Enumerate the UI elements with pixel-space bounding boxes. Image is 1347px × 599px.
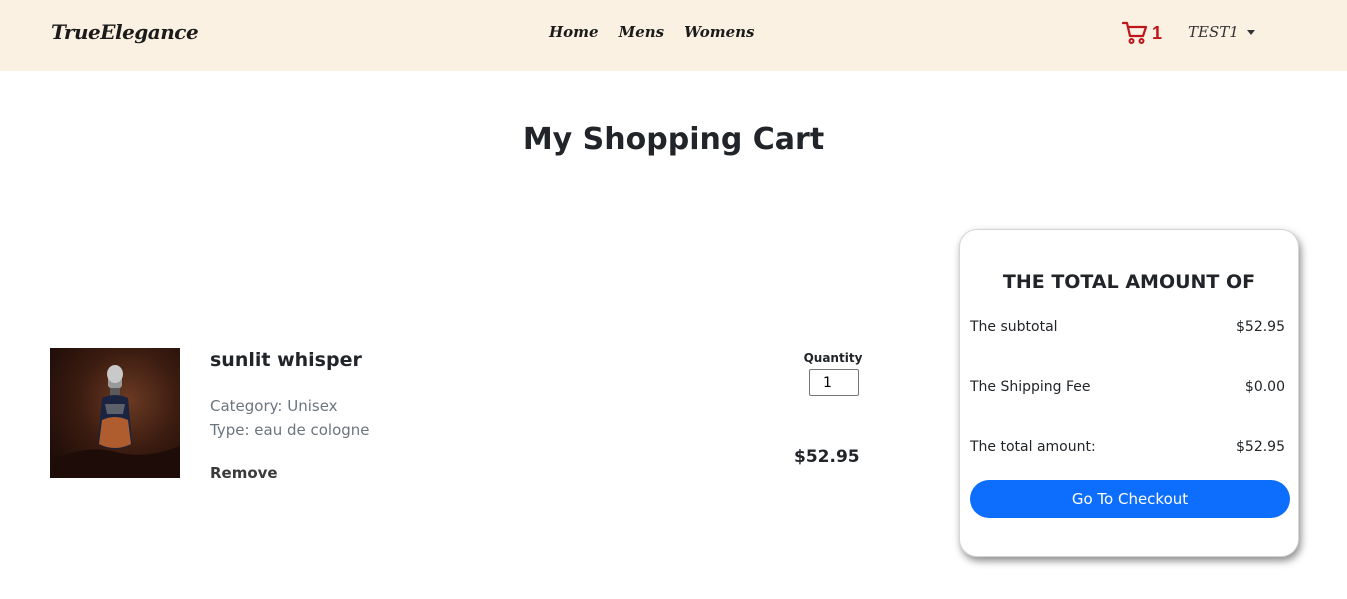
user-name: TEST1 — [1188, 23, 1239, 41]
subtotal-value: $52.95 — [1236, 319, 1285, 335]
total-label: The total amount: — [970, 439, 1096, 455]
shipping-row: The Shipping Fee $0.00 — [970, 379, 1285, 395]
product-type: Type: eau de cologne — [210, 421, 370, 439]
subtotal-label: The subtotal — [970, 319, 1058, 335]
product-image — [50, 348, 180, 478]
remove-item-button[interactable]: Remove — [210, 464, 278, 482]
summary-title: THE TOTAL AMOUNT OF — [1002, 271, 1256, 293]
shipping-value: $0.00 — [1244, 379, 1285, 395]
product-category: Category: Unisex — [210, 397, 338, 415]
shipping-label: The Shipping Fee — [970, 379, 1091, 395]
nav-link-home[interactable]: Home — [549, 23, 599, 41]
shopping-cart-icon — [1122, 21, 1148, 44]
quantity-input[interactable] — [809, 369, 859, 396]
quantity-label: Quantity — [803, 351, 863, 365]
total-row: The total amount: $52.95 — [970, 439, 1285, 455]
product-name[interactable]: sunlit whisper — [210, 349, 362, 371]
order-summary-card: THE TOTAL AMOUNT OF The subtotal $52.95 … — [959, 229, 1299, 557]
brand-logo[interactable]: TrueElegance — [51, 20, 199, 44]
navbar: TrueElegance Home Mens Womens 1 TEST1 — [0, 0, 1347, 71]
subtotal-row: The subtotal $52.95 — [970, 319, 1285, 335]
checkout-button[interactable]: Go To Checkout — [970, 480, 1290, 518]
user-menu-toggle[interactable]: TEST1 — [1188, 23, 1255, 41]
caret-down-icon — [1246, 29, 1255, 35]
total-value: $52.95 — [1236, 439, 1285, 455]
nav-link-mens[interactable]: Mens — [619, 23, 665, 41]
cart-count-badge: 1 — [1152, 22, 1163, 43]
main-nav: Home Mens Womens — [549, 23, 755, 41]
item-price: $52.95 — [794, 447, 860, 467]
nav-link-womens[interactable]: Womens — [684, 23, 754, 41]
page-title: My Shopping Cart — [522, 122, 825, 157]
cart-button[interactable]: 1 — [1122, 21, 1162, 45]
